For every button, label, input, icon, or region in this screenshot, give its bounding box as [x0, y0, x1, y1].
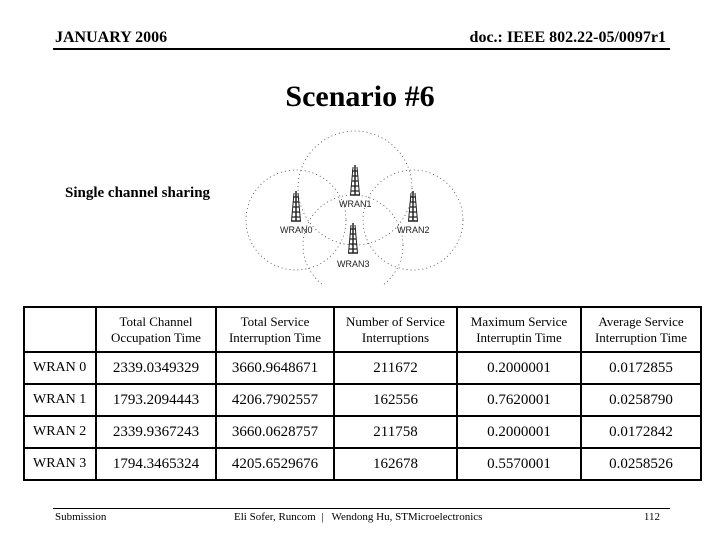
table-header: Maximum Service Interruptin Time — [456, 306, 582, 353]
footer-page-number: 112 — [643, 511, 660, 523]
table-cell: 4206.7902557 — [215, 383, 335, 417]
header-rule — [53, 48, 670, 50]
table-cell: 1793.2094443 — [95, 383, 217, 417]
table-cell: 1794.3465324 — [95, 447, 217, 481]
station-label-wran0: WRAN0 — [280, 225, 313, 235]
table-header: Number of Service Interruptions — [333, 306, 458, 353]
coverage-diagram: WRAN0 WRAN1 WRAN2 WRAN3 — [245, 130, 464, 285]
table-cell: 0.0172855 — [580, 351, 702, 385]
table-cell: 0.0258790 — [580, 383, 702, 417]
row-label: WRAN 3 — [23, 447, 97, 481]
table-cell: 0.2000001 — [456, 351, 582, 385]
table-cell: 211672 — [333, 351, 458, 385]
table-cell: 0.0172842 — [580, 415, 702, 449]
results-table: Total Channel Occupation Time Total Servi… — [23, 306, 702, 481]
table-header-corner — [23, 306, 97, 353]
header-doc-id: doc.: IEEE 802.22-05/0097r1 — [469, 29, 666, 46]
table-row: WRAN 2 2339.9367243 3660.0628757 211758 … — [23, 415, 702, 449]
slide-title: Scenario #6 — [285, 80, 435, 113]
station-label-wran2: WRAN2 — [397, 225, 430, 235]
station-label-wran1: WRAN1 — [339, 199, 372, 209]
station-label-wran3: WRAN3 — [337, 259, 370, 269]
table-header: Total Service Interruption Time — [215, 306, 335, 353]
slide-subtitle: Single channel sharing — [65, 185, 211, 201]
tower-icon — [407, 190, 419, 222]
table-cell: 3660.9648671 — [215, 351, 335, 385]
table-cell: 0.7620001 — [456, 383, 582, 417]
table-cell: 162556 — [333, 383, 458, 417]
tower-icon — [290, 190, 302, 222]
row-label: WRAN 1 — [23, 383, 97, 417]
table-cell: 0.5570001 — [456, 447, 582, 481]
table-header: Average Service Interruption Time — [580, 306, 702, 353]
table-row: WRAN 0 2339.0349329 3660.9648671 211672 … — [23, 351, 702, 385]
table-header: Total Channel Occupation Time — [95, 306, 217, 353]
table-cell: 162678 — [333, 447, 458, 481]
table-cell: 4205.6529676 — [215, 447, 335, 481]
table-cell: 211758 — [333, 415, 458, 449]
table-cell: 2339.0349329 — [95, 351, 217, 385]
header-date: JANUARY 2006 — [55, 29, 168, 46]
table-cell: 2339.9367243 — [95, 415, 217, 449]
footer-submission: Submission — [55, 511, 107, 523]
table-cell: 3660.0628757 — [215, 415, 335, 449]
tower-icon — [347, 222, 359, 254]
tower-icon — [349, 164, 361, 196]
table-row: WRAN 1 1793.2094443 4206.7902557 162556 … — [23, 383, 702, 417]
row-label: WRAN 0 — [23, 351, 97, 385]
footer-authors: Eli Sofer, Runcom | Wendong Hu, STMicroe… — [234, 511, 483, 523]
row-label: WRAN 2 — [23, 415, 97, 449]
table-header-row: Total Channel Occupation Time Total Servi… — [23, 306, 702, 353]
table-cell: 0.2000001 — [456, 415, 582, 449]
footer-rule — [53, 508, 670, 509]
table-cell: 0.0258526 — [580, 447, 702, 481]
table-row: WRAN 3 1794.3465324 4205.6529676 162678 … — [23, 447, 702, 481]
